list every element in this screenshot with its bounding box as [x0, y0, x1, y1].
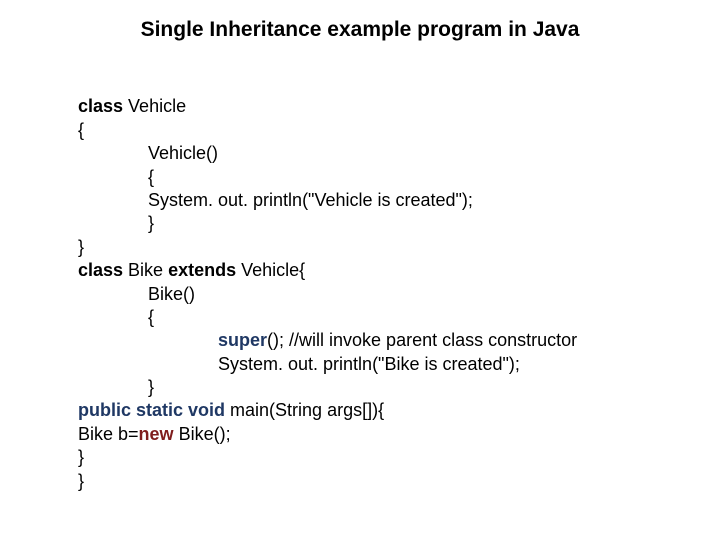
slide: Single Inheritance example program in Ja… [0, 0, 720, 540]
code-line: { [78, 306, 154, 329]
code-line: System. out. println("Vehicle is created… [78, 189, 473, 212]
code-text: (); //will invoke parent class construct… [267, 330, 577, 350]
keyword-class: class [78, 260, 123, 280]
keyword-new: new [139, 424, 174, 444]
code-line: { [78, 120, 84, 140]
code-text: Bike b= [78, 424, 139, 444]
code-line: } [78, 376, 154, 399]
keyword-extends: extends [168, 260, 236, 280]
keyword-public-static-void: public static void [78, 400, 225, 420]
code-text: Vehicle [123, 96, 186, 116]
code-line: } [78, 471, 84, 491]
keyword-class: class [78, 96, 123, 116]
code-line: } [78, 212, 154, 235]
code-line: class Bike extends Vehicle{ [78, 260, 305, 280]
code-line: } [78, 447, 84, 467]
code-line: { [78, 166, 154, 189]
code-line: public static void main(String args[]){ [78, 400, 384, 420]
code-text: Vehicle{ [236, 260, 305, 280]
code-line: System. out. println("Bike is created"); [78, 353, 520, 376]
code-line: class Vehicle [78, 96, 186, 116]
code-line: super(); //will invoke parent class cons… [78, 329, 577, 352]
code-text: Bike(); [174, 424, 231, 444]
code-line: Vehicle() [78, 142, 218, 165]
slide-title: Single Inheritance example program in Ja… [0, 0, 720, 72]
code-line: Bike() [78, 283, 195, 306]
code-line: Bike b=new Bike(); [78, 424, 231, 444]
keyword-super: super [218, 330, 267, 350]
code-block: class Vehicle { Vehicle() { System. out.… [78, 72, 720, 493]
code-line: } [78, 237, 84, 257]
code-text: main(String args[]){ [225, 400, 384, 420]
code-text: Bike [123, 260, 168, 280]
